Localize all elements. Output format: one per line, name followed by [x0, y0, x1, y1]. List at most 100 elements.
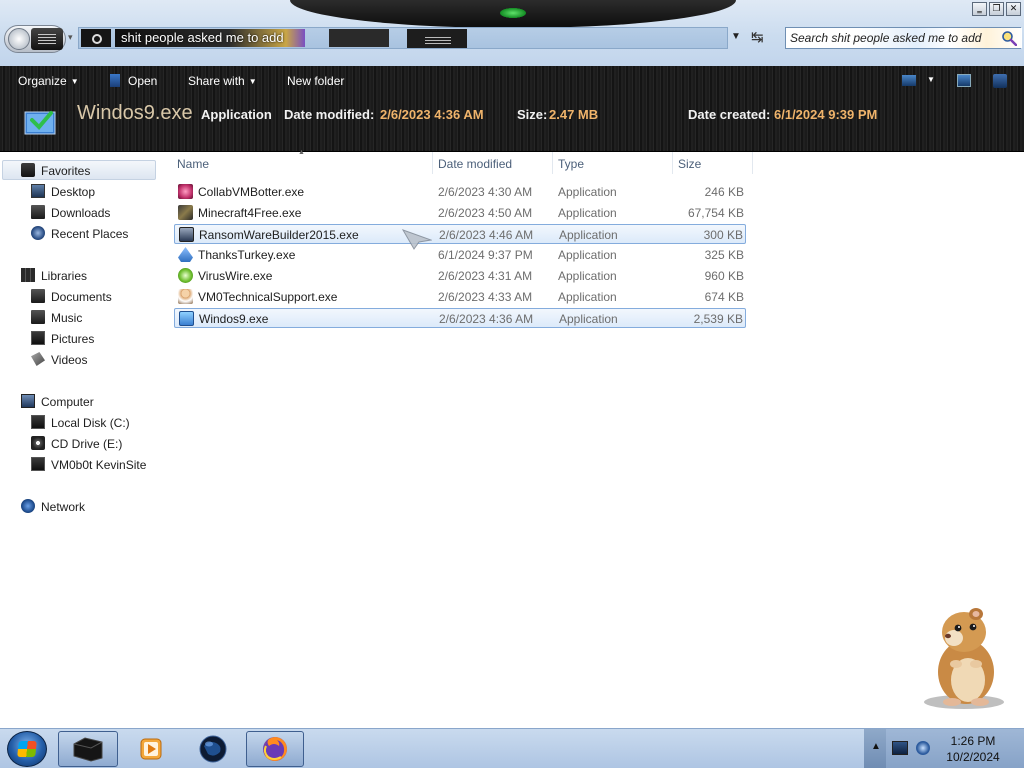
taskbar: ▲ 1:26 PM 10/2/2024 [0, 728, 1024, 768]
share-with-label: Share with [188, 74, 245, 88]
libraries-icon [21, 268, 35, 282]
open-button[interactable]: Open [110, 74, 157, 88]
desktop-icon [31, 184, 45, 198]
taskbar-explorer-button[interactable] [58, 731, 118, 767]
details-size-label: Size: [517, 107, 548, 122]
taskbar-media-player-button[interactable] [122, 731, 180, 767]
taskbar-firefox-button[interactable] [246, 731, 304, 767]
nav-label: Videos [51, 353, 88, 367]
file-row[interactable]: RansomWareBuilder2015.exe 2/6/2023 4:46 … [174, 224, 746, 244]
file-size: 325 KB [704, 248, 744, 262]
music-icon [31, 310, 45, 324]
file-row[interactable]: Windos9.exe 2/6/2023 4:36 AM Application… [174, 308, 746, 328]
chevron-down-icon: ▼ [70, 77, 79, 86]
search-input[interactable] [790, 30, 990, 46]
search-box[interactable] [785, 27, 1022, 49]
file-name: CollabVMBotter.exe [198, 185, 305, 199]
file-type: Application [558, 206, 617, 220]
recent-places-icon [31, 226, 45, 240]
recent-pages-caret-icon[interactable]: ▾ [68, 32, 73, 43]
preview-pane-icon[interactable] [957, 74, 971, 87]
file-date: 2/6/2023 4:46 AM [439, 228, 534, 242]
chevron-down-icon: ▼ [248, 77, 257, 86]
organize-label: Organize [18, 74, 67, 88]
file-row[interactable]: VirusWire.exe 2/6/2023 4:31 AM Applicati… [174, 266, 746, 286]
clock-time[interactable]: 1:26 PM [936, 734, 1010, 748]
details-type: Application [201, 107, 272, 122]
clock-date[interactable]: 10/2/2024 [936, 750, 1010, 764]
downloads-icon [31, 205, 45, 219]
new-folder-button[interactable]: New folder [287, 74, 344, 88]
file-date: 2/6/2023 4:30 AM [438, 185, 533, 199]
address-decoration [329, 29, 389, 47]
file-size: 2,539 KB [693, 312, 743, 326]
forward-button[interactable] [31, 28, 63, 50]
back-button[interactable] [8, 28, 30, 50]
minecraft-icon [178, 205, 193, 220]
column-divider[interactable] [552, 152, 553, 174]
command-bar: Organize ▼ Open Share with ▼ New folder ▼ [0, 66, 1024, 96]
address-path[interactable]: shit people asked me to add [121, 30, 284, 45]
details-modified-label: Date modified: [284, 107, 375, 122]
file-date: 2/6/2023 4:50 AM [438, 206, 533, 220]
column-divider[interactable] [752, 152, 753, 174]
nav-label: Local Disk (C:) [51, 416, 130, 430]
file-row[interactable]: ThanksTurkey.exe 6/1/2024 9:37 PM Applic… [174, 245, 746, 265]
system-tray: 1:26 PM 10/2/2024 [886, 729, 1024, 768]
organize-button[interactable]: Organize ▼ [18, 74, 79, 88]
view-options-caret-icon[interactable]: ▼ [927, 75, 935, 84]
nav-label: VM0b0t KevinSite [51, 458, 147, 472]
computer-icon [21, 394, 35, 408]
open-label: Open [128, 74, 158, 88]
file-row[interactable]: Minecraft4Free.exe 2/6/2023 4:50 AM Appl… [174, 203, 746, 223]
file-date: 2/6/2023 4:36 AM [439, 312, 534, 326]
address-bar[interactable]: shit people asked me to add [78, 27, 728, 49]
volume-tray-icon[interactable] [916, 741, 930, 755]
minimize-button[interactable]: ‗ [972, 2, 987, 16]
monitor-tray-icon[interactable] [892, 741, 908, 755]
taskbar-browser-button[interactable] [184, 731, 242, 767]
close-button[interactable]: ✕ [1006, 2, 1021, 16]
column-divider[interactable] [672, 152, 673, 174]
nav-label: Computer [41, 395, 94, 409]
local-disk-icon [31, 415, 45, 429]
file-row[interactable]: CollabVMBotter.exe 2/6/2023 4:30 AM Appl… [174, 182, 746, 202]
details-file-name: Windos9.exe [77, 102, 193, 124]
collab-icon [178, 184, 193, 199]
help-icon[interactable] [993, 74, 1007, 88]
address-decoration [81, 29, 111, 47]
window-controls: ‗ ❐ ✕ [972, 2, 1021, 16]
file-size: 67,754 KB [687, 206, 744, 220]
videos-icon [31, 352, 45, 366]
nav-label: Music [51, 311, 83, 325]
share-with-button[interactable]: Share with ▼ [188, 74, 257, 88]
navigation-pane: Favorites Desktop Downloads Recent Place… [0, 152, 168, 728]
media-player-icon [140, 738, 162, 760]
pictures-icon [31, 331, 45, 345]
file-size: 960 KB [704, 269, 744, 283]
column-divider[interactable] [432, 152, 433, 174]
show-hidden-icons-icon[interactable]: ▲ [871, 741, 881, 752]
file-row[interactable]: VM0TechnicalSupport.exe 2/6/2023 4:33 AM… [174, 287, 746, 307]
file-size: 300 KB [703, 228, 743, 242]
file-name: Windos9.exe [199, 312, 269, 326]
column-header-date-modified[interactable]: Date modified [438, 157, 512, 171]
search-icon[interactable] [1001, 30, 1017, 46]
column-header-type[interactable]: Type [558, 157, 584, 171]
navigation-buttons [4, 25, 66, 53]
title-bar: ▾ shit people asked me to add ▼ ↹ ‗ ❐ ✕ [0, 0, 1024, 66]
start-button[interactable] [7, 731, 47, 767]
file-name: ThanksTurkey.exe [198, 248, 296, 262]
column-header-size[interactable]: Size [678, 157, 701, 171]
column-header-name[interactable]: Name [177, 157, 209, 171]
file-type: Application [559, 228, 618, 242]
change-view-icon[interactable] [902, 75, 916, 86]
hamster-desktop-pet-icon[interactable] [918, 602, 1010, 710]
maximize-button[interactable]: ❐ [989, 2, 1004, 16]
file-size: 674 KB [704, 290, 744, 304]
new-folder-label: New folder [287, 74, 345, 88]
file-type: Application [558, 248, 617, 262]
address-dropdown-icon[interactable]: ▼ [731, 31, 741, 42]
details-created-label: Date created: [688, 107, 771, 122]
refresh-icon[interactable]: ↹ [751, 28, 764, 46]
